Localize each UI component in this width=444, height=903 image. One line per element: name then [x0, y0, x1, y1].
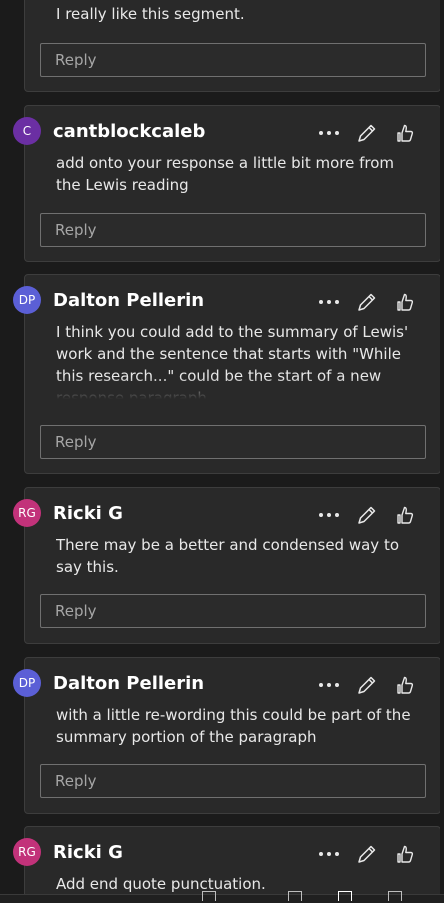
- avatar: DP: [13, 286, 41, 314]
- reply-input[interactable]: Reply: [40, 594, 426, 628]
- comment-card: RG Ricki G Add end quote punctuation.: [13, 826, 441, 903]
- more-options-icon[interactable]: [316, 841, 342, 867]
- avatar: C: [13, 117, 41, 145]
- thumbs-up-icon[interactable]: [392, 120, 418, 146]
- comment-text: with a little re-wording this could be p…: [56, 706, 411, 746]
- text-fade: [56, 377, 411, 399]
- comment-text: I really like this segment.: [56, 5, 245, 23]
- comments-pane: I really like this segment. Reply C cant…: [0, 0, 444, 903]
- comment-author: Dalton Pellerin: [53, 290, 205, 311]
- taskbar-app-icon[interactable]: [338, 891, 352, 901]
- avatar: RG: [13, 499, 41, 527]
- comment-card: DP Dalton Pellerin with a little re-word…: [13, 657, 441, 814]
- more-options-icon[interactable]: [316, 672, 342, 698]
- taskbar-app-icon[interactable]: [388, 891, 402, 901]
- comment-author: Dalton Pellerin: [53, 673, 205, 694]
- comment-author: Ricki G: [53, 503, 123, 524]
- comment-text: Add end quote punctuation.: [56, 875, 266, 893]
- comment-actions: [316, 672, 418, 698]
- comment-actions: [316, 120, 418, 146]
- comment-card: DP Dalton Pellerin I think you could add…: [13, 274, 441, 474]
- comment-card: C cantblockcaleb add onto your response …: [13, 105, 441, 262]
- taskbar: [0, 891, 444, 903]
- comment-text: I think you could add to the summary of …: [56, 321, 411, 399]
- pencil-icon[interactable]: [354, 502, 380, 528]
- reply-input[interactable]: Reply: [40, 43, 426, 77]
- more-options-icon[interactable]: [316, 289, 342, 315]
- comment-author: cantblockcaleb: [53, 121, 206, 142]
- comment-author: Ricki G: [53, 842, 123, 863]
- taskbar-app-icon[interactable]: [288, 891, 302, 901]
- avatar: DP: [13, 669, 41, 697]
- thumbs-up-icon[interactable]: [392, 841, 418, 867]
- comment-text: There may be a better and condensed way …: [56, 536, 400, 576]
- thumbs-up-icon[interactable]: [392, 502, 418, 528]
- reply-input[interactable]: Reply: [40, 213, 426, 247]
- comment-card: RG Ricki G There may be a better and con…: [13, 487, 441, 644]
- comment-actions: [316, 841, 418, 867]
- comment-actions: [316, 502, 418, 528]
- pencil-icon[interactable]: [354, 841, 380, 867]
- comment-card: I really like this segment. Reply: [24, 0, 441, 92]
- comment-text: add onto your response a little bit more…: [56, 154, 394, 194]
- taskbar-app-icon[interactable]: [202, 891, 216, 901]
- reply-input[interactable]: Reply: [40, 764, 426, 798]
- comment-actions: [316, 289, 418, 315]
- thumbs-up-icon[interactable]: [392, 289, 418, 315]
- avatar: RG: [13, 838, 41, 866]
- thumbs-up-icon[interactable]: [392, 672, 418, 698]
- pencil-icon[interactable]: [354, 120, 380, 146]
- more-options-icon[interactable]: [316, 502, 342, 528]
- scrollbar[interactable]: [440, 0, 444, 895]
- pencil-icon[interactable]: [354, 672, 380, 698]
- more-options-icon[interactable]: [316, 120, 342, 146]
- pencil-icon[interactable]: [354, 289, 380, 315]
- reply-input[interactable]: Reply: [40, 425, 426, 459]
